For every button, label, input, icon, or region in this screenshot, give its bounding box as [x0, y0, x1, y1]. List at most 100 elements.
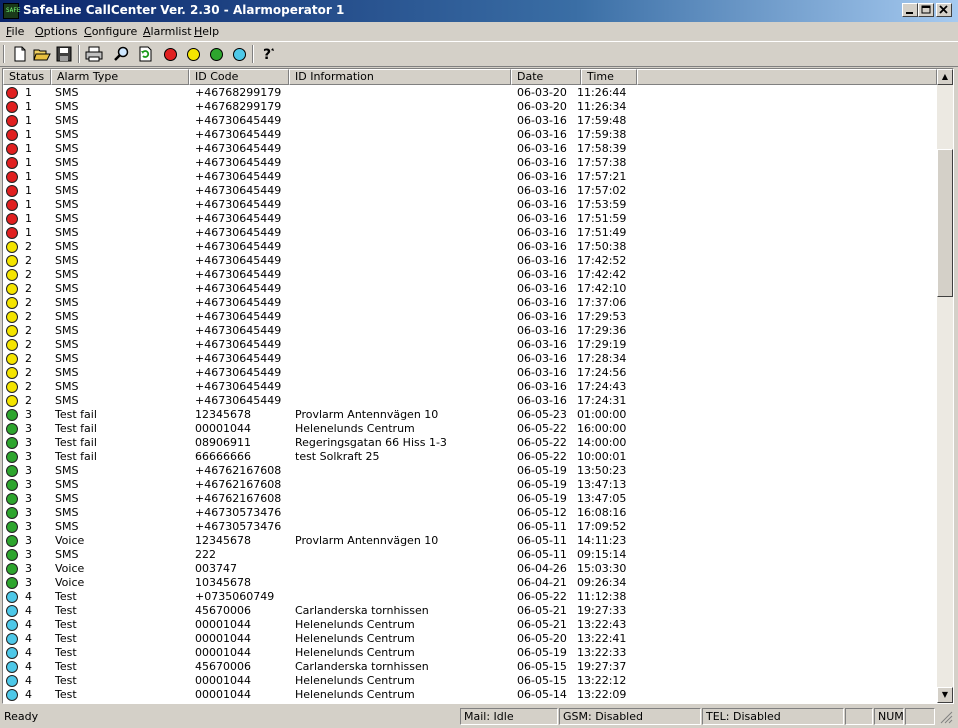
- table-row[interactable]: 1 SMS +46730645449 06-03-16 17:59:38: [3, 128, 937, 142]
- table-row[interactable]: 1 SMS +46730645449 06-03-16 17:59:48: [3, 114, 937, 128]
- table-row[interactable]: 1 SMS +46730645449 06-03-16 17:58:39: [3, 142, 937, 156]
- table-row[interactable]: 1 SMS +46768299179 06-03-20 11:26:44: [3, 86, 937, 100]
- table-row[interactable]: 3 SMS +46762167608 06-05-19 13:50:23: [3, 464, 937, 478]
- table-row[interactable]: 2 SMS +46730645449 06-03-16 17:28:34: [3, 352, 937, 366]
- table-row[interactable]: 4 Test 00001044 Helenelunds Centrum 06-05-14…: [3, 688, 937, 702]
- yellow-status-icon[interactable]: [183, 44, 203, 64]
- maximize-icon[interactable]: [918, 3, 934, 17]
- cell-id-information: Provlarm Antennvägen 10: [295, 534, 439, 547]
- open-folder-icon[interactable]: [32, 44, 52, 64]
- refresh-icon[interactable]: [136, 44, 156, 64]
- table-row[interactable]: 3 Test fail 08906911 Regeringsgatan 66 Hiss…: [3, 436, 937, 450]
- cell-status: 2: [25, 254, 32, 267]
- cell-status: 4: [25, 590, 32, 603]
- red-status-icon[interactable]: [160, 44, 180, 64]
- table-row[interactable]: 1 SMS +46730645449 06-03-16 17:57:02: [3, 184, 937, 198]
- table-row[interactable]: 3 SMS +46762167608 06-05-19 13:47:13: [3, 478, 937, 492]
- table-row[interactable]: 3 SMS +46730573476 06-05-12 16:08:16: [3, 506, 937, 520]
- table-row[interactable]: 2 SMS +46730645449 06-03-16 17:24:56: [3, 366, 937, 380]
- status-dot-icon: [6, 563, 18, 575]
- table-row[interactable]: 3 SMS +46730573476 06-05-11 17:09:52: [3, 520, 937, 534]
- cell-time: 17:51:49: [577, 226, 627, 239]
- table-row[interactable]: 2 SMS +46730645449 06-03-16 17:29:19: [3, 338, 937, 352]
- table-row[interactable]: 1 SMS +46730645449 06-03-16 17:51:49: [3, 226, 937, 240]
- table-row[interactable]: 3 Voice 003747 06-04-26 15:03:30: [3, 562, 937, 576]
- table-row[interactable]: 3 Test fail 12345678 Provlarm Antennvägen 1…: [3, 408, 937, 422]
- status-dot-icon: [6, 465, 18, 477]
- app-icon[interactable]: SAFE: [3, 3, 20, 19]
- new-document-icon[interactable]: [10, 44, 30, 64]
- resize-grip-icon[interactable]: [938, 710, 954, 727]
- table-row[interactable]: 2 SMS +46730645449 06-03-16 17:42:10: [3, 282, 937, 296]
- table-row[interactable]: 3 Voice 12345678 Provlarm Antennvägen 10 06-…: [3, 534, 937, 548]
- cell-status: 2: [25, 296, 32, 309]
- menu-alarmlist[interactable]: Alarmlist: [143, 25, 192, 38]
- table-row[interactable]: 4 Test 45670006 Carlanderska tornhissen 06-0…: [3, 660, 937, 674]
- table-row[interactable]: 1 SMS +46730645449 06-03-16 17:57:21: [3, 170, 937, 184]
- scroll-up-icon[interactable]: ▲: [937, 69, 953, 85]
- cell-time: 15:03:30: [577, 562, 627, 575]
- table-row[interactable]: 2 SMS +46730645449 06-03-16 17:24:43: [3, 380, 937, 394]
- table-row[interactable]: 4 Test 00001044 Helenelunds Centrum 06-05-21…: [3, 618, 937, 632]
- save-icon[interactable]: [54, 44, 74, 64]
- cell-time: 17:57:02: [577, 184, 627, 197]
- column-header-time[interactable]: Time: [581, 69, 637, 85]
- table-row[interactable]: 2 SMS +46730645449 06-03-16 17:42:52: [3, 254, 937, 268]
- column-header-alarm-type[interactable]: Alarm Type: [51, 69, 189, 85]
- blue-status-circle: [232, 47, 246, 61]
- close-icon[interactable]: [936, 3, 952, 17]
- table-row[interactable]: 3 Test fail 00001044 Helenelunds Centrum 06-…: [3, 422, 937, 436]
- scroll-down-icon[interactable]: ▼: [937, 687, 953, 703]
- table-row[interactable]: 2 SMS +46730645449 06-03-16 17:29:53: [3, 310, 937, 324]
- blue-status-icon[interactable]: [229, 44, 249, 64]
- menu-alarmlist-accel: A: [143, 25, 151, 38]
- cell-id-code: +46730645449: [195, 380, 282, 393]
- cell-status: 2: [25, 282, 32, 295]
- table-row[interactable]: 4 Test 00001044 Helenelunds Centrum 06-05-20…: [3, 632, 937, 646]
- menu-help-label: elp: [202, 25, 220, 38]
- table-row[interactable]: 1 SMS +46768299179 06-03-20 11:26:34: [3, 100, 937, 114]
- table-row[interactable]: 3 Voice 10345678 06-04-21 09:26:34: [3, 576, 937, 590]
- cell-date: 06-03-16: [517, 128, 567, 141]
- table-row[interactable]: 2 SMS +46730645449 06-03-16 17:29:36: [3, 324, 937, 338]
- table-row[interactable]: 4 Test 00001044 Helenelunds Centrum 06-05-19…: [3, 646, 937, 660]
- table-row[interactable]: 4 Test 00001044 Helenelunds Centrum 06-05-15…: [3, 674, 937, 688]
- column-header-id-code[interactable]: ID Code: [189, 69, 289, 85]
- table-row[interactable]: 4 Test +0735060749 06-05-22 11:12:38: [3, 590, 937, 604]
- table-row[interactable]: 3 SMS +46762167608 06-05-19 13:47:05: [3, 492, 937, 506]
- table-row[interactable]: 1 SMS +46730645449 06-03-16 17:53:59: [3, 198, 937, 212]
- print-icon[interactable]: [84, 44, 104, 64]
- green-status-icon[interactable]: [206, 44, 226, 64]
- cell-id-code: +46730645449: [195, 142, 282, 155]
- table-row[interactable]: 3 SMS 222 06-05-11 09:15:14: [3, 548, 937, 562]
- cell-id-code: 08906911: [195, 436, 251, 449]
- cell-time: 09:15:14: [577, 548, 627, 561]
- menu-file[interactable]: File: [6, 25, 24, 38]
- column-header-date[interactable]: Date: [511, 69, 581, 85]
- table-row[interactable]: 2 SMS +46730645449 06-03-16 17:50:38: [3, 240, 937, 254]
- menu-configure[interactable]: Configure: [84, 25, 137, 38]
- scrollbar-thumb[interactable]: [937, 149, 953, 297]
- table-row[interactable]: 2 SMS +46730645449 06-03-16 17:42:42: [3, 268, 937, 282]
- table-row[interactable]: 2 SMS +46730645449 06-03-16 17:24:31: [3, 394, 937, 408]
- column-header-id-information[interactable]: ID Information: [289, 69, 511, 85]
- find-icon[interactable]: [112, 44, 132, 64]
- cell-id-code: 45670006: [195, 660, 251, 673]
- table-row[interactable]: 1 SMS +46730645449 06-03-16 17:51:59: [3, 212, 937, 226]
- table-row[interactable]: 3 Test fail 66666666 test Solkraft 25 06-05-…: [3, 450, 937, 464]
- cell-time: 17:42:42: [577, 268, 627, 281]
- minimize-icon[interactable]: [902, 3, 918, 17]
- vertical-scrollbar[interactable]: ▲ ▼: [937, 69, 953, 703]
- menu-help[interactable]: Help: [194, 25, 219, 38]
- cell-date: 06-03-16: [517, 366, 567, 379]
- table-row[interactable]: 2 SMS +46730645449 06-03-16 17:37:06: [3, 296, 937, 310]
- menu-options[interactable]: Options: [35, 25, 77, 38]
- table-row[interactable]: 4 Test 45670006 Carlanderska tornhissen 06-0…: [3, 604, 937, 618]
- cell-alarm-type: SMS: [55, 86, 79, 99]
- cell-date: 06-05-22: [517, 590, 567, 603]
- alarm-list[interactable]: Status Alarm Type ID Code ID Information…: [2, 68, 954, 704]
- table-row[interactable]: 1 SMS +46730645449 06-03-16 17:57:38: [3, 156, 937, 170]
- status-dot-icon: [6, 493, 18, 505]
- column-header-status[interactable]: Status: [3, 69, 51, 85]
- help-icon[interactable]: ?: [258, 44, 278, 64]
